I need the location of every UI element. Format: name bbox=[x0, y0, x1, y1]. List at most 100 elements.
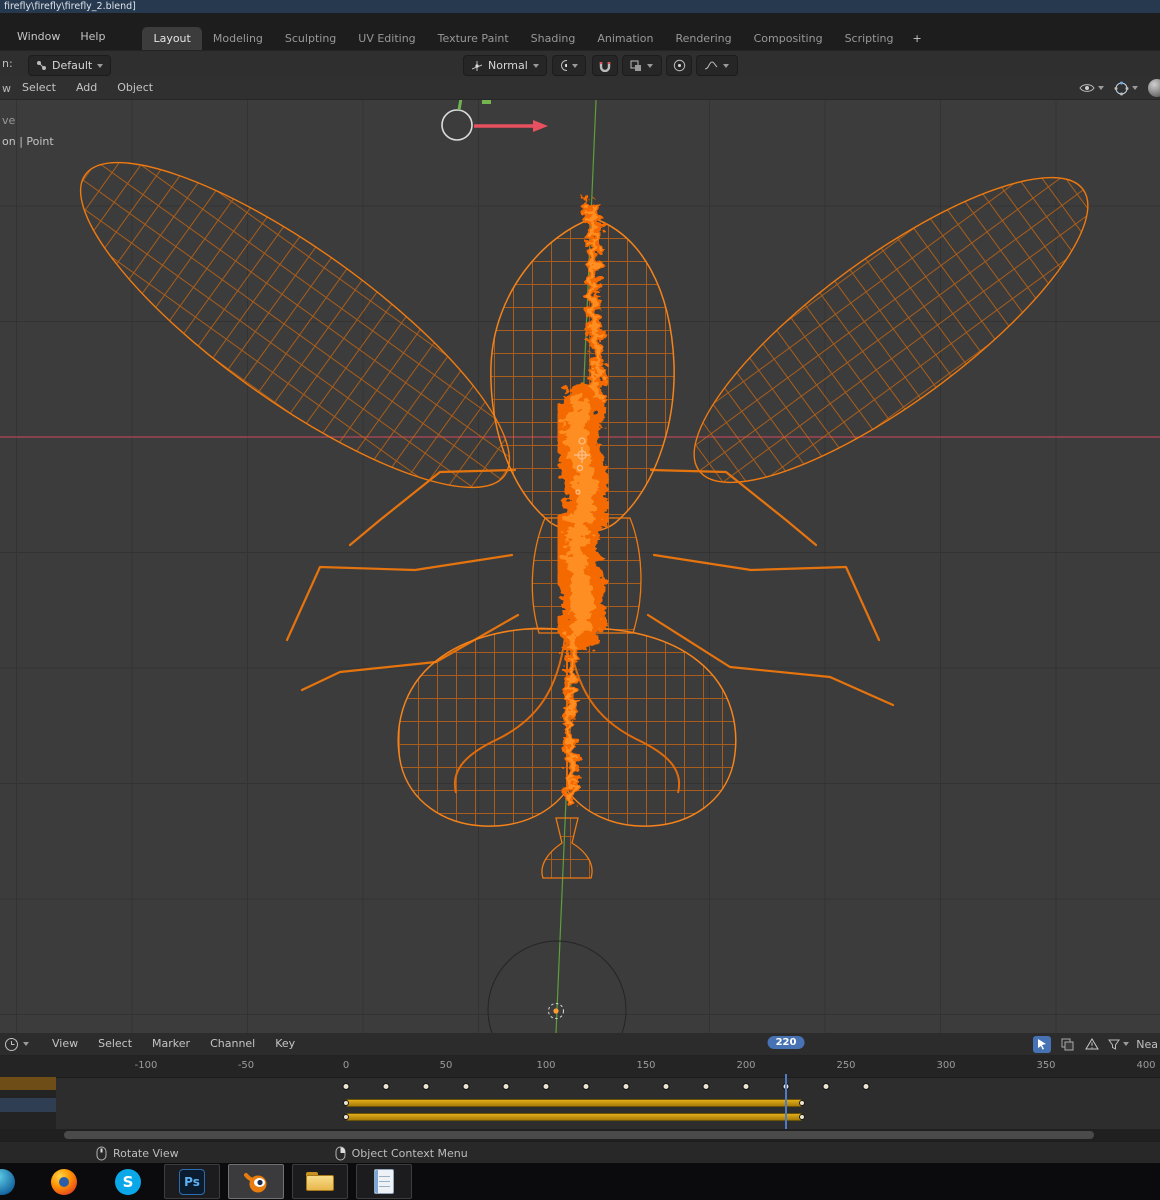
show-hidden-toggle[interactable] bbox=[1058, 1036, 1076, 1053]
channel-bar-key[interactable] bbox=[799, 1114, 805, 1120]
viewport-canvas[interactable] bbox=[0, 77, 1160, 1033]
snap-dropdown-cut[interactable]: Nea bbox=[1136, 1038, 1158, 1051]
only-selected-toggle[interactable] bbox=[1033, 1035, 1052, 1053]
viewport-3d[interactable]: w Select Add Object ve on | Point bbox=[0, 77, 1160, 1033]
playhead-line[interactable] bbox=[785, 1074, 787, 1129]
notes-icon bbox=[374, 1169, 394, 1194]
timeline-menu-channel[interactable]: Channel bbox=[201, 1033, 264, 1055]
editor-type-dropdown[interactable] bbox=[0, 1037, 35, 1052]
keyframe-260[interactable] bbox=[862, 1083, 870, 1090]
taskbar-firefox-button[interactable] bbox=[36, 1164, 92, 1199]
workspace-tab-modeling[interactable]: Modeling bbox=[202, 27, 274, 50]
keyframe-80[interactable] bbox=[502, 1083, 510, 1090]
channel-row-3[interactable] bbox=[0, 1112, 56, 1129]
menu-window[interactable]: Window bbox=[8, 26, 69, 48]
pivot-point-dropdown[interactable] bbox=[552, 55, 586, 76]
workspace-tab-sculpting[interactable]: Sculpting bbox=[274, 27, 347, 50]
workspace-tab-animation[interactable]: Animation bbox=[586, 27, 664, 50]
gizmo-x-arrowhead[interactable] bbox=[533, 120, 548, 132]
timeline-scrollbar[interactable] bbox=[0, 1129, 1160, 1141]
workspace-tab-shading[interactable]: Shading bbox=[520, 27, 587, 50]
workspace-tab-compositing[interactable]: Compositing bbox=[743, 27, 834, 50]
timeline-menu-key[interactable]: Key bbox=[266, 1033, 304, 1055]
edge-app-icon[interactable] bbox=[0, 1169, 15, 1195]
keyframe-240[interactable] bbox=[822, 1083, 830, 1090]
folder-icon bbox=[306, 1172, 334, 1191]
taskbar-notes-button[interactable] bbox=[356, 1164, 412, 1199]
transform-orientation-dropdown[interactable]: Normal bbox=[463, 55, 547, 76]
taskbar-explorer-button[interactable] bbox=[292, 1164, 348, 1199]
ruler-frame-400: 400 bbox=[1136, 1060, 1156, 1071]
ruler-frame-250: 250 bbox=[836, 1060, 856, 1071]
channel-row-2[interactable] bbox=[0, 1098, 56, 1112]
keyframe-160[interactable] bbox=[662, 1083, 670, 1090]
workspace-tab-layout[interactable]: Layout bbox=[142, 27, 202, 50]
keyframe-200[interactable] bbox=[742, 1083, 750, 1090]
falloff-dropdown[interactable] bbox=[696, 55, 738, 76]
keyframe-180[interactable] bbox=[702, 1083, 710, 1090]
gizmo-center-ring[interactable] bbox=[441, 109, 473, 141]
timeline-menu-marker[interactable]: Marker bbox=[143, 1033, 199, 1055]
channel-bar-key[interactable] bbox=[799, 1100, 805, 1106]
workspace-tab-scripting[interactable]: Scripting bbox=[834, 27, 905, 50]
timeline-menu-select[interactable]: Select bbox=[89, 1033, 141, 1055]
keyframe-40[interactable] bbox=[422, 1083, 430, 1090]
channel-bar-1[interactable] bbox=[346, 1113, 802, 1121]
preset-dropdown[interactable]: Default bbox=[28, 55, 112, 76]
left-wing[interactable] bbox=[41, 113, 549, 537]
keyframe-120[interactable] bbox=[582, 1083, 590, 1090]
timeline-ruler[interactable]: -100 -50 0 50 100 150 200 250 300 350 400 bbox=[0, 1055, 1160, 1078]
taskbar-skype-button[interactable]: S bbox=[100, 1164, 156, 1199]
point-light[interactable] bbox=[548, 1003, 564, 1019]
taskbar-blender-button[interactable] bbox=[228, 1164, 284, 1199]
channel-row-0[interactable] bbox=[0, 1077, 56, 1090]
menu-help[interactable]: Help bbox=[71, 26, 114, 48]
window-titlebar[interactable]: firefly\firefly\firefly_2.blend] bbox=[0, 0, 1160, 13]
snap-target-dropdown[interactable] bbox=[622, 55, 662, 76]
taskbar-photoshop-button[interactable]: Ps bbox=[164, 1164, 220, 1199]
timeline-key-area[interactable] bbox=[0, 1077, 1160, 1129]
keyframe-100[interactable] bbox=[542, 1083, 550, 1090]
keyframe-140[interactable] bbox=[622, 1083, 630, 1090]
viewport-menu-add[interactable]: Add bbox=[67, 77, 106, 99]
mouse-right-icon bbox=[335, 1146, 346, 1160]
gizmos-dropdown[interactable] bbox=[1114, 81, 1138, 96]
timeline-scrollbar-thumb[interactable] bbox=[64, 1131, 1094, 1139]
viewport-header-right bbox=[1079, 77, 1160, 99]
viewport-menu-select[interactable]: Select bbox=[13, 77, 65, 99]
photoshop-icon: Ps bbox=[179, 1168, 205, 1195]
show-errors-toggle[interactable] bbox=[1083, 1036, 1101, 1053]
channel-bar-key[interactable] bbox=[343, 1100, 349, 1106]
channel-bar-0[interactable] bbox=[346, 1099, 802, 1107]
viewport-menu-cut[interactable]: w bbox=[0, 82, 11, 95]
insect-wireframe[interactable] bbox=[41, 113, 1126, 879]
timeline-channel-column[interactable] bbox=[0, 1077, 56, 1129]
channel-row-1[interactable] bbox=[0, 1090, 56, 1098]
keyframe-0[interactable] bbox=[342, 1083, 350, 1090]
blender-icon bbox=[243, 1173, 266, 1193]
viewport-shading-sphere[interactable] bbox=[1148, 79, 1160, 97]
workspace-tab-rendering[interactable]: Rendering bbox=[664, 27, 742, 50]
workspace-tab-uv-editing[interactable]: UV Editing bbox=[347, 27, 426, 50]
taskbar-apps: S Ps bbox=[36, 1163, 412, 1200]
add-workspace-button[interactable]: + bbox=[904, 27, 929, 50]
channel-bar-key[interactable] bbox=[343, 1114, 349, 1120]
chevron-down-icon bbox=[23, 1042, 29, 1046]
keyframe-60[interactable] bbox=[462, 1083, 470, 1090]
timeline-menu-view[interactable]: View bbox=[43, 1033, 87, 1055]
timeline-editor[interactable]: View Select Marker Channel Key Nea -100 -50 0 5… bbox=[0, 1033, 1160, 1141]
keymap-hint-context-menu: Object Context Menu bbox=[335, 1146, 468, 1161]
proportional-editing-toggle[interactable] bbox=[666, 55, 692, 76]
snap-toggle[interactable] bbox=[592, 55, 618, 76]
keyframe-20[interactable] bbox=[382, 1083, 390, 1090]
object-visibility-dropdown[interactable] bbox=[1079, 82, 1104, 94]
chevron-down-icon bbox=[572, 63, 578, 68]
current-frame-indicator[interactable]: 220 bbox=[767, 1036, 805, 1049]
filter-funnel-icon bbox=[1108, 1039, 1121, 1050]
workspace-tab-texture-paint[interactable]: Texture Paint bbox=[427, 27, 520, 50]
filter-dropdown[interactable] bbox=[1108, 1039, 1130, 1050]
tail-mesh[interactable] bbox=[541, 817, 593, 879]
timeline-menus: View Select Marker Channel Key bbox=[35, 1033, 314, 1056]
layers-icon bbox=[1061, 1038, 1074, 1050]
viewport-menu-object[interactable]: Object bbox=[108, 77, 162, 99]
